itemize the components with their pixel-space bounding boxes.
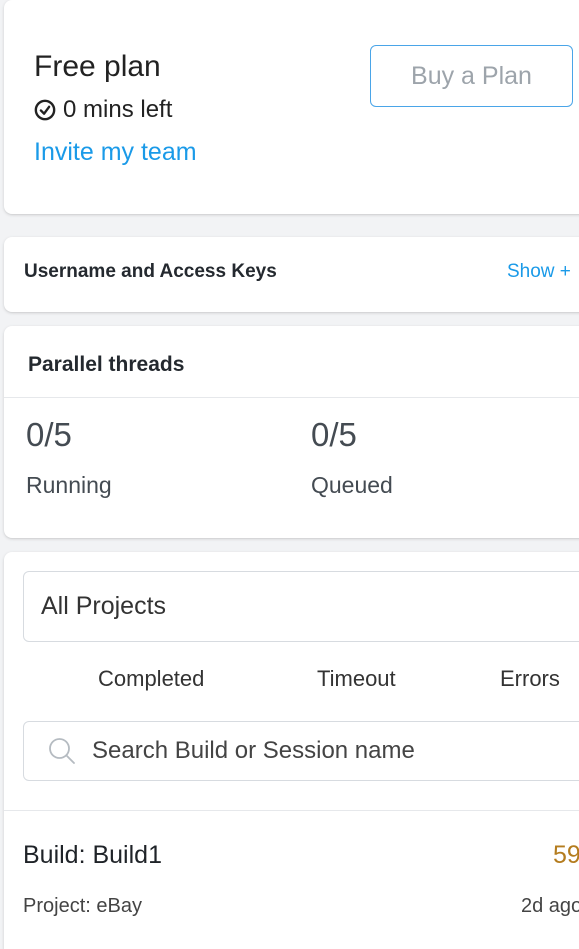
tab-timeout[interactable]: Timeout	[317, 666, 396, 692]
buy-plan-button[interactable]: Buy a Plan	[370, 45, 573, 107]
show-keys-toggle[interactable]: Show +	[507, 261, 571, 283]
build-time: 2d ago	[521, 895, 579, 917]
running-stat: 0/5 Running	[26, 416, 112, 499]
project-select[interactable]: All Projects	[23, 571, 579, 642]
tab-completed[interactable]: Completed	[98, 666, 204, 692]
access-keys-title: Username and Access Keys	[24, 261, 277, 282]
running-value: 0/5	[26, 416, 72, 453]
queued-value: 0/5	[311, 416, 357, 453]
dashboard: Free plan 0 mins left Invite my team Buy…	[0, 0, 579, 949]
search-box[interactable]	[23, 721, 579, 781]
search-icon	[49, 738, 75, 764]
queued-stat: 0/5 Queued	[311, 416, 393, 499]
projects-card: All Projects Completed Timeout Errors Bu…	[4, 552, 579, 949]
clock-icon	[34, 99, 56, 121]
tab-errors[interactable]: Errors	[500, 666, 560, 692]
invite-team-link[interactable]: Invite my team	[34, 138, 197, 167]
queued-label: Queued	[311, 472, 393, 498]
build-count: 59	[553, 841, 579, 869]
minutes-left-text: 0 mins left	[63, 96, 173, 123]
plan-title: Free plan	[34, 50, 161, 83]
threads-divider	[4, 397, 579, 398]
access-keys-card: Username and Access Keys Show +	[4, 237, 579, 312]
search-input[interactable]	[92, 737, 562, 765]
parallel-threads-title: Parallel threads	[28, 353, 185, 376]
build-name: Build: Build1	[23, 841, 162, 869]
plan-card: Free plan 0 mins left Invite my team Buy…	[4, 0, 579, 214]
build-project: Project: eBay	[23, 895, 142, 917]
build-row[interactable]: Build: Build1 59 Project: eBay 2d ago	[4, 810, 579, 949]
running-label: Running	[26, 472, 112, 498]
parallel-threads-card: Parallel threads 0/5 Running 0/5 Queued	[4, 326, 579, 538]
minutes-left-row: 0 mins left	[34, 96, 172, 124]
